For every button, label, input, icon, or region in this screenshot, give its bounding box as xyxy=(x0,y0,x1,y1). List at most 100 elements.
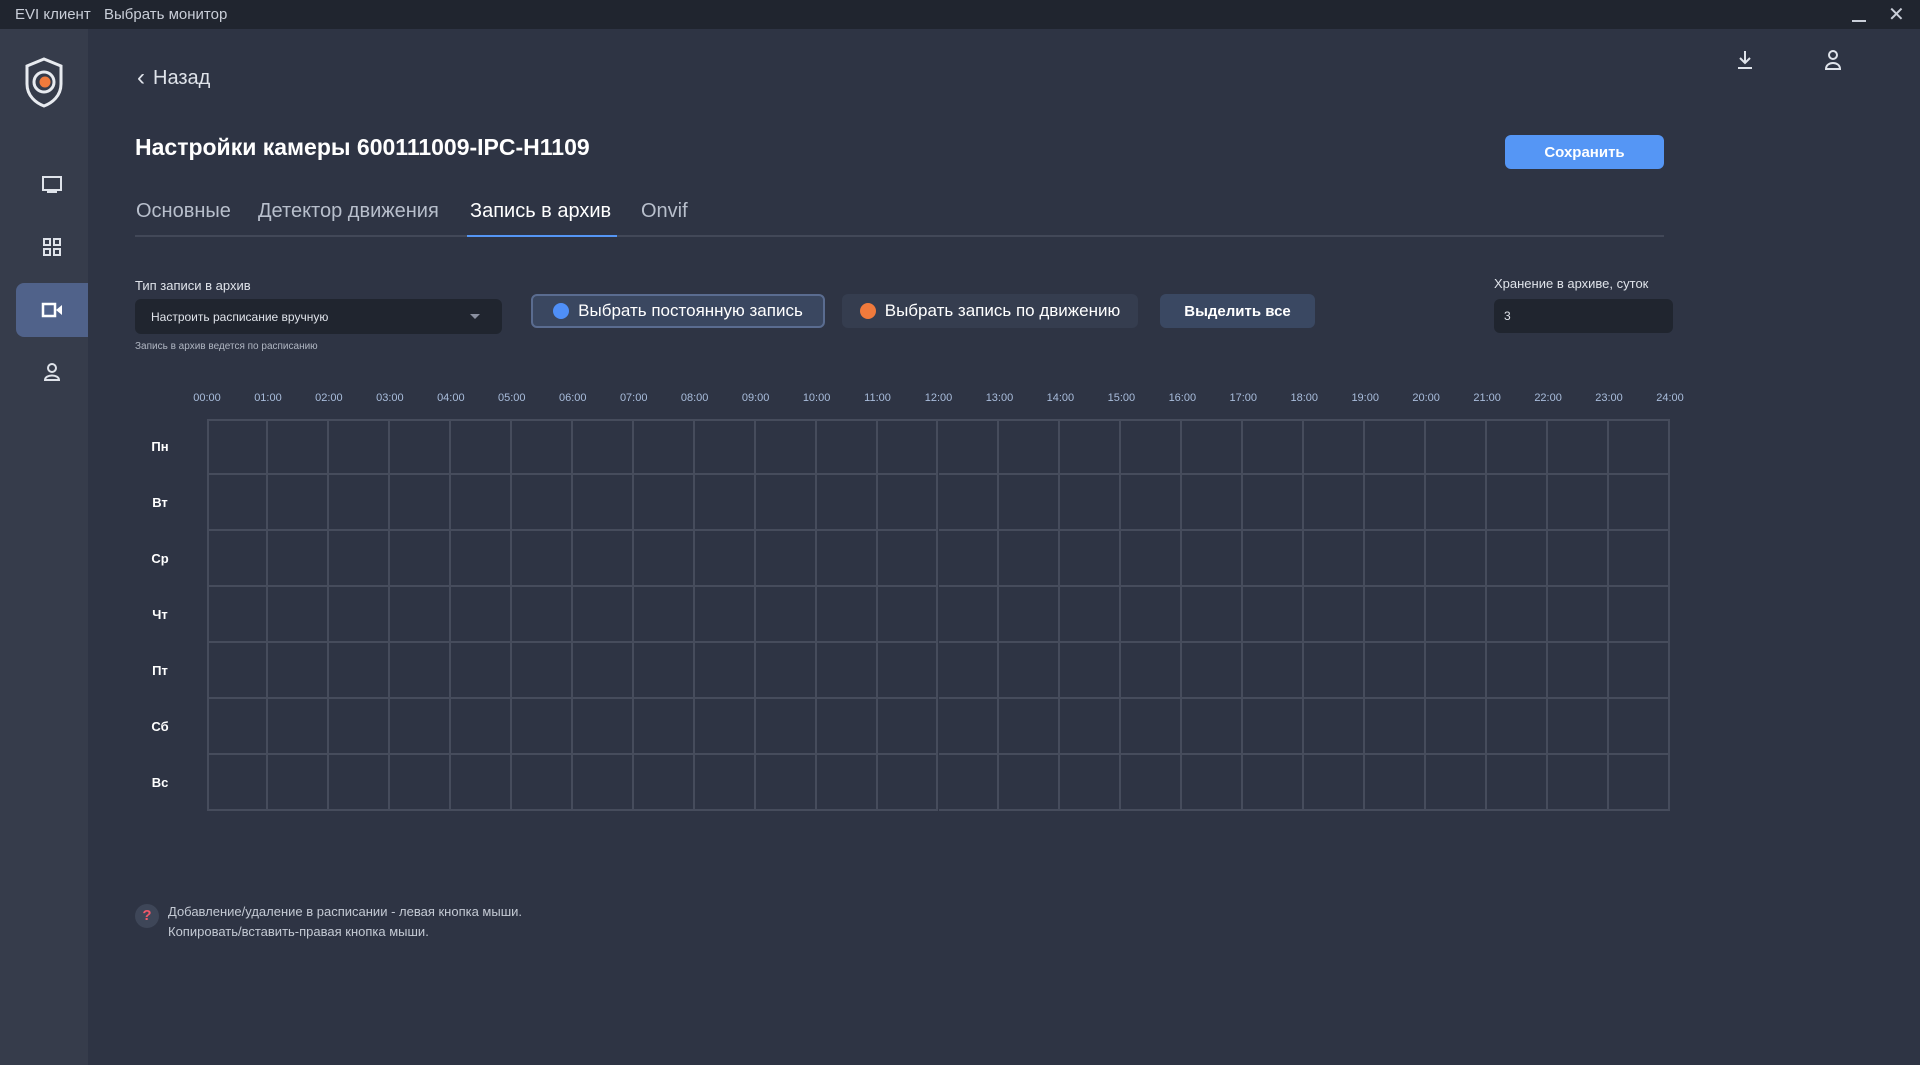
schedule-cell[interactable] xyxy=(633,475,695,531)
schedule-cell[interactable] xyxy=(1060,531,1122,587)
schedule-cell[interactable] xyxy=(389,755,451,811)
schedule-cell[interactable] xyxy=(328,419,390,475)
schedule-cell[interactable] xyxy=(1060,699,1122,755)
schedule-cell[interactable] xyxy=(1243,531,1305,587)
schedule-cell[interactable] xyxy=(328,755,390,811)
schedule-cell[interactable] xyxy=(328,643,390,699)
save-button[interactable]: Сохранить xyxy=(1505,135,1664,169)
schedule-cell[interactable] xyxy=(877,643,939,699)
tab-motion-detector[interactable]: Детектор движения xyxy=(258,200,439,223)
schedule-cell[interactable] xyxy=(755,643,817,699)
tab-archive-recording[interactable]: Запись в архив xyxy=(470,200,611,223)
sidebar-item-layouts[interactable] xyxy=(16,220,88,274)
schedule-cell[interactable] xyxy=(1365,475,1427,531)
motion-record-button[interactable]: Выбрать запись по движению xyxy=(842,294,1138,328)
schedule-cell[interactable] xyxy=(1060,587,1122,643)
schedule-cell[interactable] xyxy=(1487,699,1549,755)
schedule-cell[interactable] xyxy=(207,531,268,587)
schedule-cell[interactable] xyxy=(999,419,1061,475)
tab-onvif[interactable]: Onvif xyxy=(641,200,688,223)
schedule-cell[interactable] xyxy=(267,475,329,531)
schedule-cell[interactable] xyxy=(511,699,573,755)
schedule-cell[interactable] xyxy=(1121,699,1183,755)
schedule-cell[interactable] xyxy=(999,475,1061,531)
schedule-cell[interactable] xyxy=(694,419,756,475)
schedule-cell[interactable] xyxy=(450,587,512,643)
schedule-cell[interactable] xyxy=(877,531,939,587)
schedule-cell[interactable] xyxy=(694,587,756,643)
schedule-cell[interactable] xyxy=(1121,531,1183,587)
schedule-cell[interactable] xyxy=(1121,755,1183,811)
schedule-cell[interactable] xyxy=(389,531,451,587)
schedule-cell[interactable] xyxy=(755,755,817,811)
schedule-cell[interactable] xyxy=(938,755,1000,811)
schedule-cell[interactable] xyxy=(1304,643,1366,699)
schedule-cell[interactable] xyxy=(1060,643,1122,699)
schedule-cell[interactable] xyxy=(267,531,329,587)
schedule-cell[interactable] xyxy=(1060,419,1122,475)
schedule-cell[interactable] xyxy=(1182,419,1244,475)
schedule-cell[interactable] xyxy=(1243,475,1305,531)
schedule-cell[interactable] xyxy=(389,699,451,755)
schedule-cell[interactable] xyxy=(755,587,817,643)
schedule-cell[interactable] xyxy=(572,531,634,587)
record-type-select[interactable]: Настроить расписание вручную xyxy=(135,299,502,334)
schedule-cell[interactable] xyxy=(511,755,573,811)
schedule-cell[interactable] xyxy=(328,475,390,531)
schedule-cell[interactable] xyxy=(816,699,878,755)
schedule-cell[interactable] xyxy=(1609,643,1670,699)
schedule-cell[interactable] xyxy=(1426,531,1488,587)
schedule-cell[interactable] xyxy=(207,587,268,643)
schedule-cell[interactable] xyxy=(938,699,1000,755)
minimize-icon[interactable] xyxy=(1852,20,1866,22)
schedule-cell[interactable] xyxy=(1121,643,1183,699)
schedule-cell[interactable] xyxy=(1182,699,1244,755)
schedule-cell[interactable] xyxy=(1365,699,1427,755)
schedule-cell[interactable] xyxy=(1487,755,1549,811)
schedule-cell[interactable] xyxy=(1304,587,1366,643)
schedule-cell[interactable] xyxy=(1609,755,1670,811)
schedule-cell[interactable] xyxy=(267,419,329,475)
schedule-cell[interactable] xyxy=(207,699,268,755)
schedule-cell[interactable] xyxy=(572,643,634,699)
schedule-cell[interactable] xyxy=(1548,699,1610,755)
schedule-cell[interactable] xyxy=(999,643,1061,699)
schedule-cell[interactable] xyxy=(389,419,451,475)
schedule-cell[interactable] xyxy=(1548,587,1610,643)
schedule-cell[interactable] xyxy=(999,531,1061,587)
schedule-cell[interactable] xyxy=(755,699,817,755)
schedule-cell[interactable] xyxy=(1365,755,1427,811)
schedule-cell[interactable] xyxy=(938,475,1000,531)
schedule-cell[interactable] xyxy=(1426,699,1488,755)
select-all-button[interactable]: Выделить все xyxy=(1160,294,1315,328)
schedule-cell[interactable] xyxy=(1243,587,1305,643)
schedule-cell[interactable] xyxy=(207,475,268,531)
schedule-grid[interactable] xyxy=(207,419,1670,811)
schedule-cell[interactable] xyxy=(572,587,634,643)
schedule-cell[interactable] xyxy=(938,587,1000,643)
schedule-cell[interactable] xyxy=(633,699,695,755)
download-icon[interactable] xyxy=(1735,49,1755,76)
schedule-cell[interactable] xyxy=(877,699,939,755)
schedule-cell[interactable] xyxy=(450,699,512,755)
schedule-cell[interactable] xyxy=(694,531,756,587)
schedule-cell[interactable] xyxy=(633,587,695,643)
select-monitor-menu[interactable]: Выбрать монитор xyxy=(104,6,227,23)
schedule-cell[interactable] xyxy=(938,643,1000,699)
schedule-cell[interactable] xyxy=(450,643,512,699)
schedule-cell[interactable] xyxy=(572,419,634,475)
schedule-cell[interactable] xyxy=(1304,419,1366,475)
schedule-cell[interactable] xyxy=(816,475,878,531)
schedule-cell[interactable] xyxy=(450,755,512,811)
schedule-cell[interactable] xyxy=(694,475,756,531)
schedule-cell[interactable] xyxy=(267,755,329,811)
schedule-cell[interactable] xyxy=(1487,419,1549,475)
schedule-cell[interactable] xyxy=(511,419,573,475)
schedule-cell[interactable] xyxy=(816,643,878,699)
schedule-cell[interactable] xyxy=(511,531,573,587)
storage-days-input[interactable]: 3 xyxy=(1494,299,1673,333)
schedule-cell[interactable] xyxy=(1182,531,1244,587)
tab-basic[interactable]: Основные xyxy=(136,200,231,223)
schedule-cell[interactable] xyxy=(755,475,817,531)
schedule-cell[interactable] xyxy=(816,755,878,811)
